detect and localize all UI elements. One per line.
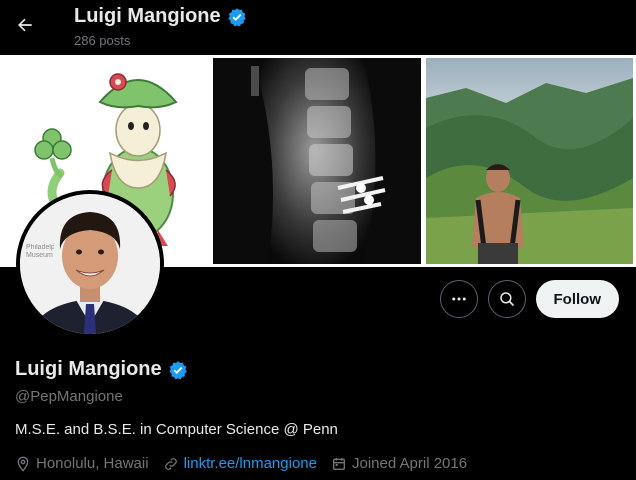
banner-hiking-panel bbox=[426, 58, 633, 264]
profile-bio: M.S.E. and B.S.E. in Computer Science @ … bbox=[15, 421, 338, 438]
calendar-icon bbox=[332, 457, 345, 470]
spine-xray bbox=[213, 58, 421, 264]
header-name: Luigi Mangione bbox=[74, 5, 221, 27]
location-item: Honolulu, Hawaii bbox=[15, 455, 149, 472]
joined-item: Joined April 2016 bbox=[331, 455, 467, 472]
location-pin-icon bbox=[17, 456, 29, 472]
link-icon bbox=[164, 457, 177, 470]
search-icon bbox=[499, 292, 514, 306]
header-title: Luigi Mangione bbox=[74, 5, 247, 28]
verified-badge-icon bbox=[228, 7, 246, 26]
avatar-image: Philadelphia Museum bbox=[20, 194, 160, 334]
profile-name: Luigi Mangione bbox=[15, 358, 162, 380]
profile-actions: Follow bbox=[439, 280, 619, 318]
verified-badge-icon bbox=[169, 360, 187, 379]
joined-text: Joined April 2016 bbox=[351, 455, 468, 472]
profile-name-row: Luigi Mangione bbox=[15, 358, 188, 381]
more-button[interactable] bbox=[439, 280, 478, 318]
website-item[interactable]: linktr.ee/lnmangione bbox=[163, 455, 317, 472]
location-text: Honolulu, Hawaii bbox=[36, 455, 149, 472]
follow-button[interactable]: Follow bbox=[535, 280, 619, 318]
profile-photo bbox=[20, 194, 160, 334]
avatar-sign-text: Philadelphia Museum bbox=[26, 244, 54, 259]
arrow-left-icon bbox=[18, 18, 32, 32]
profile-handle: @PepMangione bbox=[15, 388, 123, 405]
top-bar: Luigi Mangione 286 posts bbox=[0, 0, 636, 55]
more-dots-icon bbox=[451, 297, 466, 301]
posts-count: 286 posts bbox=[74, 33, 131, 48]
search-button[interactable] bbox=[487, 280, 526, 318]
profile-meta: Honolulu, Hawaii linktr.ee/lnmangione Jo… bbox=[15, 455, 467, 472]
hiking-photo bbox=[426, 58, 633, 264]
back-button[interactable] bbox=[10, 10, 40, 40]
avatar[interactable]: Philadelphia Museum bbox=[16, 190, 164, 338]
website-link[interactable]: linktr.ee/lnmangione bbox=[184, 455, 317, 472]
banner-xray-panel bbox=[213, 58, 421, 264]
